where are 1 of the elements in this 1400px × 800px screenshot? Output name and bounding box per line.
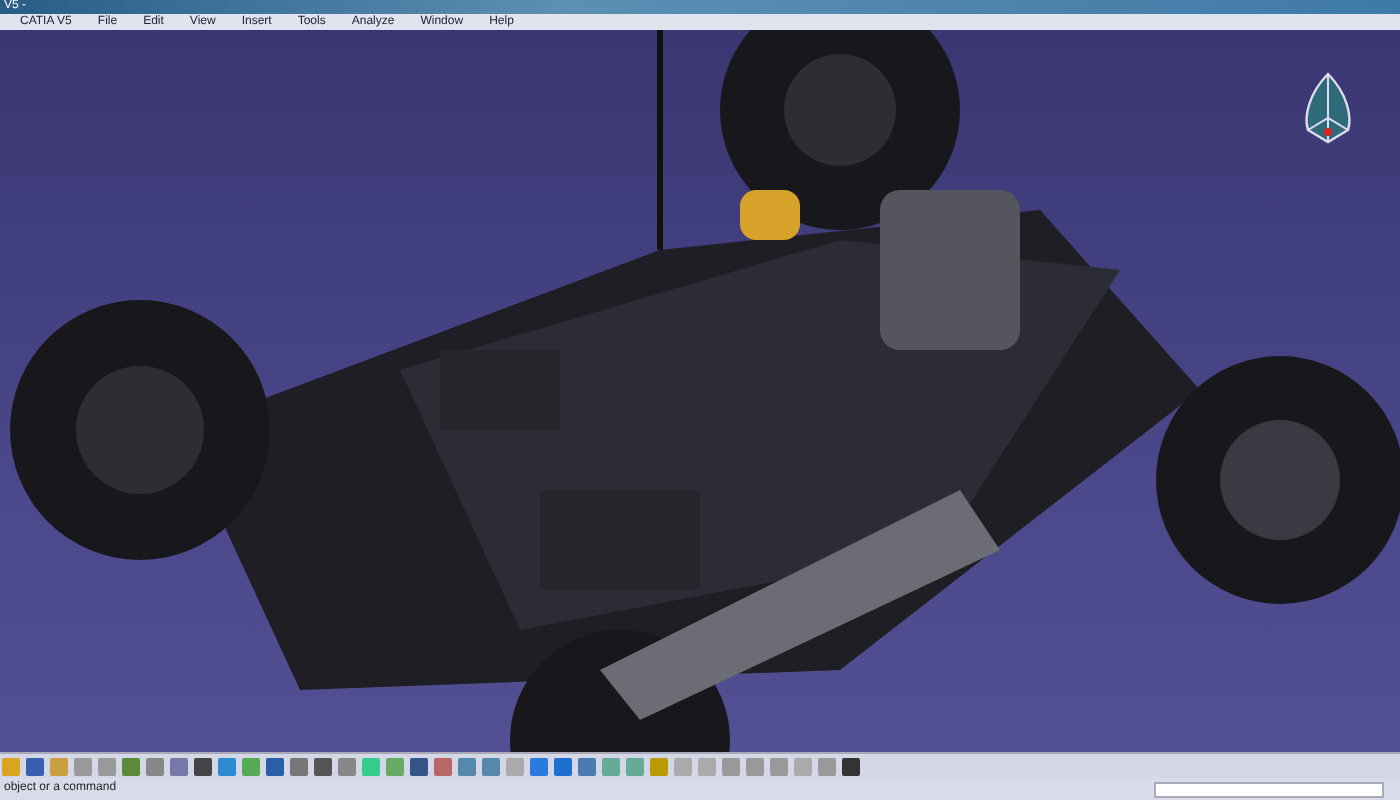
command-input-field[interactable]	[1154, 781, 1384, 797]
